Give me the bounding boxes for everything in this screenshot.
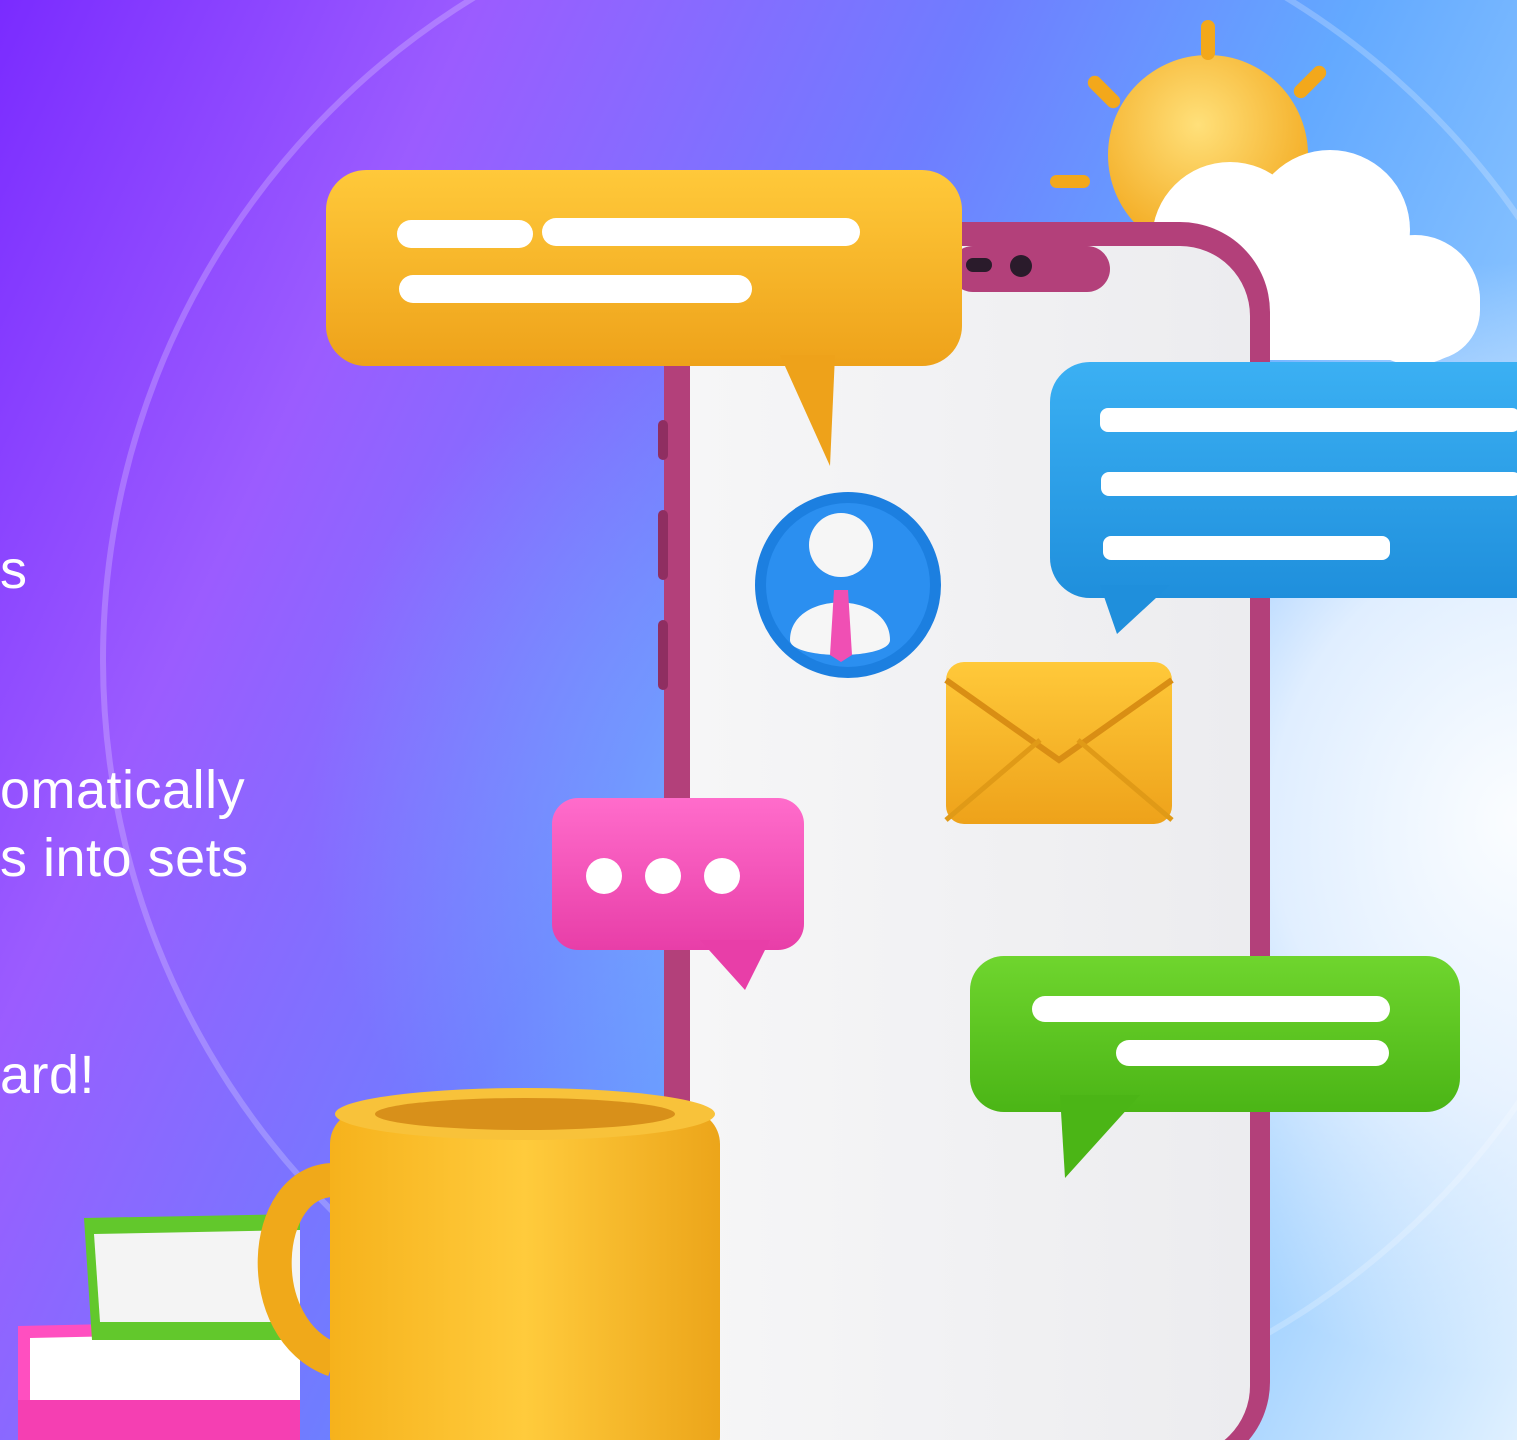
speech-bubble-blue <box>1050 362 1517 634</box>
chat-illustration <box>18 20 1517 1440</box>
books-icon <box>18 1214 300 1440</box>
hero-banner: s omatically s into sets ard! <box>0 0 1517 1440</box>
user-avatar-icon <box>755 492 941 678</box>
mug-icon <box>257 1088 720 1440</box>
envelope-icon <box>944 662 1174 824</box>
